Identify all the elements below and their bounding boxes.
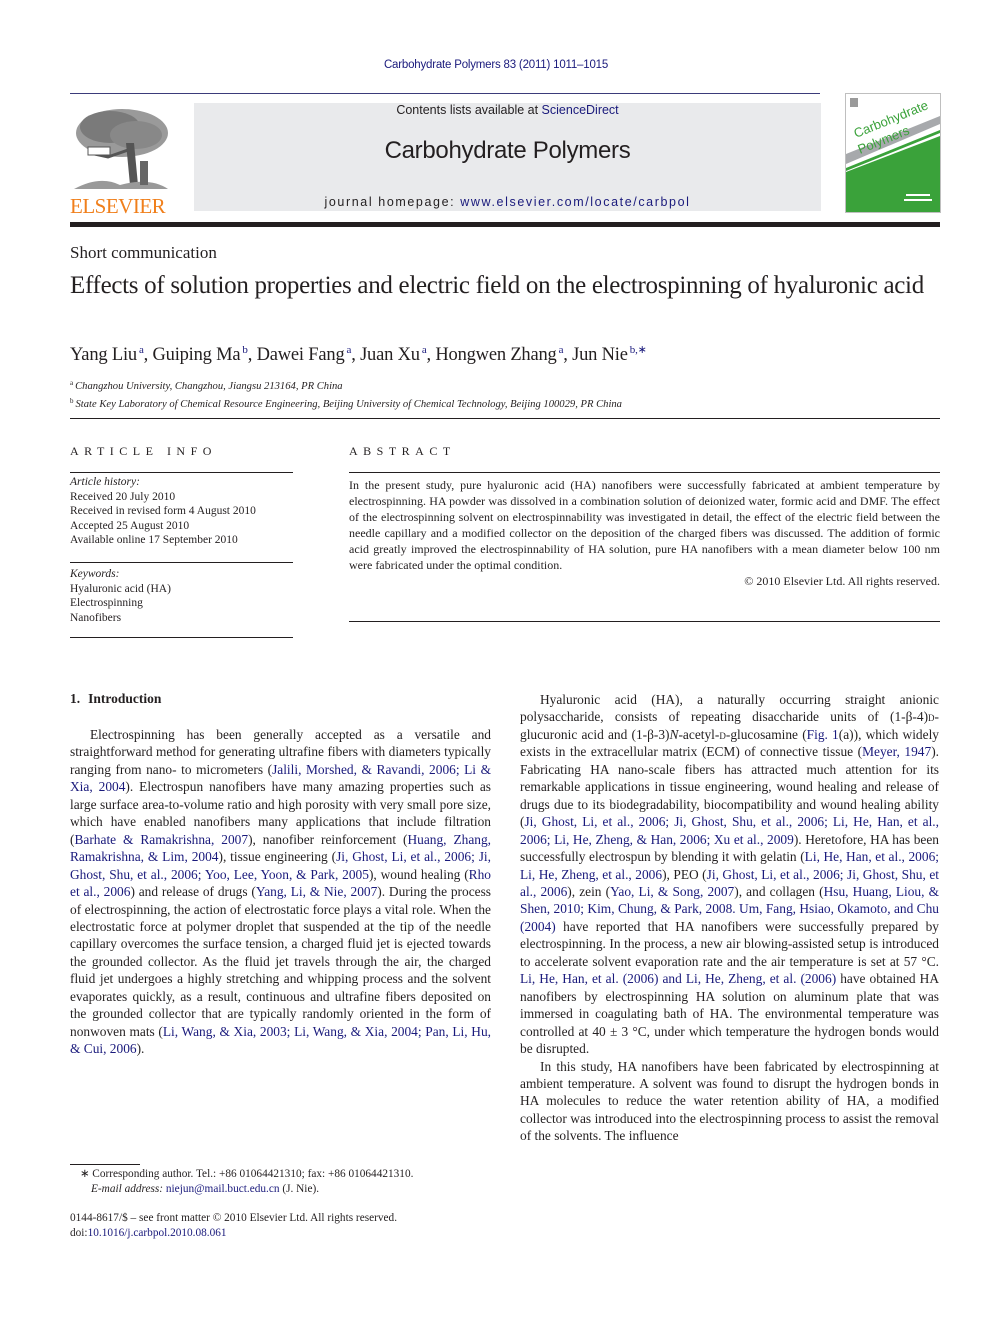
divider xyxy=(70,637,293,639)
email-note: E-mail address: niejun@mail.buct.edu.cn … xyxy=(70,1182,413,1197)
body-column-right: Hyaluronic acid (HA), a naturally occurr… xyxy=(520,691,939,1145)
citation-link[interactable]: Ji, Ghost, Li, et al., 2006; Ji, Ghost, … xyxy=(520,814,939,846)
abstract: In the present study, pure hyaluronic ac… xyxy=(349,472,940,622)
abstract-heading: ABSTRACT xyxy=(349,444,456,458)
author-name[interactable]: Hongwen Zhang xyxy=(435,345,556,365)
divider xyxy=(70,418,940,419)
header-thick-rule xyxy=(70,222,940,227)
paragraph: In this study, HA nanofibers have been f… xyxy=(520,1058,939,1144)
corresponding-author-note: ∗ Corresponding author. Tel.: +86 010644… xyxy=(80,1168,414,1180)
elsevier-logo[interactable]: ELSEVIER xyxy=(70,105,172,218)
citation-link[interactable]: Meyer, 1947 xyxy=(862,744,931,759)
abstract-copyright: © 2010 Elsevier Ltd. All rights reserved… xyxy=(744,574,940,588)
author-name[interactable]: Guiping Ma xyxy=(152,345,240,365)
keyword: Electrospinning xyxy=(70,597,143,610)
citation-link[interactable]: Li, Wang, & Xia, 2003; Li, Wang, & Xia, … xyxy=(70,1024,491,1056)
keywords-label: Keywords: xyxy=(70,567,120,580)
citation-link[interactable]: Barhate & Ramakrishna, 2007 xyxy=(74,832,248,847)
abstract-text: In the present study, pure hyaluronic ac… xyxy=(349,478,940,572)
section-title: Introduction xyxy=(88,691,162,706)
section-number: 1. xyxy=(70,691,81,706)
doi-label: doi: xyxy=(70,1227,88,1239)
journal-title: Carbohydrate Polymers xyxy=(384,137,631,164)
contents-prefix: Contents lists available at xyxy=(396,103,542,117)
history-accepted: Accepted 25 August 2010 xyxy=(70,519,190,532)
citation-link[interactable]: Li, He, Han, et al. (2006) and Li, He, Z… xyxy=(520,971,836,986)
author-name[interactable]: Jun Nie xyxy=(572,345,628,365)
author-name[interactable]: Dawei Fang xyxy=(257,345,345,365)
running-head[interactable]: Carbohydrate Polymers 83 (2011) 1011–101… xyxy=(0,59,992,71)
journal-homepage: journal homepage: www.elsevier.com/locat… xyxy=(194,195,821,209)
journal-masthead: Contents lists available at ScienceDirec… xyxy=(194,103,821,211)
citation-link[interactable]: Jalili, Morshed, & Ravandi, 2006; Li & X… xyxy=(70,762,491,794)
divider xyxy=(70,561,293,563)
homepage-label: journal homepage: xyxy=(324,195,461,209)
affiliation-key: b xyxy=(70,397,74,405)
header-rule xyxy=(70,93,820,94)
article-info: Article history: Received 20 July 2010 R… xyxy=(70,472,293,639)
citation-link[interactable]: Yang, Li, & Nie, 2007 xyxy=(256,884,377,899)
affiliations: a Changzhou University, Changzhou, Jiangs… xyxy=(70,376,622,412)
doi-line: doi:10.1016/j.carbpol.2010.08.061 xyxy=(70,1226,397,1241)
small-caps-text: d xyxy=(719,726,726,742)
section-heading-introduction: 1. Introduction xyxy=(70,691,161,707)
affiliation-key: a xyxy=(70,379,74,387)
affiliation: b State Key Laboratory of Chemical Resour… xyxy=(70,397,622,410)
citation-link[interactable]: Fig. 1 xyxy=(807,727,839,742)
article-info-heading: ARTICLE INFO xyxy=(70,444,217,458)
front-matter: 0144-8617/$ – see front matter © 2010 El… xyxy=(70,1211,397,1241)
paragraph: Hyaluronic acid (HA), a naturally occurr… xyxy=(520,692,939,1057)
small-caps-text: d xyxy=(928,709,935,725)
homepage-link[interactable]: www.elsevier.com/locate/carbpol xyxy=(460,195,690,209)
history-label: Article history: xyxy=(70,476,140,488)
history-online: Available online 17 September 2010 xyxy=(70,534,238,547)
author-affiliation-marker[interactable]: a xyxy=(347,344,352,356)
author-name[interactable]: Yang Liu xyxy=(70,345,137,365)
author-affiliation-marker[interactable]: b,∗ xyxy=(630,344,647,356)
keyword: Nanofibers xyxy=(70,611,122,624)
affiliation: a Changzhou University, Changzhou, Jiangs… xyxy=(70,379,343,392)
email-suffix: (J. Nie). xyxy=(279,1183,320,1195)
article-type: Short communication xyxy=(70,243,217,262)
email-link[interactable]: niejun@mail.buct.edu.cn xyxy=(166,1183,280,1195)
journal-cover-thumbnail[interactable]: Carbohydrate Polymers xyxy=(845,93,941,213)
author-affiliation-marker[interactable]: b xyxy=(242,344,248,356)
footnote-rule xyxy=(70,1164,140,1165)
keyword: Hyaluronic acid (HA) xyxy=(70,582,171,595)
divider xyxy=(349,472,940,473)
contents-line: Contents lists available at ScienceDirec… xyxy=(194,103,821,117)
footnotes: ∗ Corresponding author. Tel.: +86 010644… xyxy=(70,1167,413,1197)
body-column-left: Electrospinning has been generally accep… xyxy=(70,726,491,1058)
elsevier-wordmark: ELSEVIER xyxy=(70,194,166,218)
paragraph: Electrospinning has been generally accep… xyxy=(70,727,492,1057)
elsevier-tree-icon xyxy=(70,105,170,193)
citation-link[interactable]: Yao, Li, & Song, 2007 xyxy=(610,884,734,899)
divider xyxy=(349,621,940,622)
journal-cover-icon: Carbohydrate Polymers xyxy=(846,94,940,212)
author-affiliation-marker[interactable]: a xyxy=(139,344,144,356)
author-list: Yang Liu a, Guiping Ma b, Dawei Fang a, Jua… xyxy=(70,344,647,365)
history-received: Received 20 July 2010 xyxy=(70,490,176,503)
italic-text: N xyxy=(669,726,679,742)
history-revised: Received in revised form 4 August 2010 xyxy=(70,505,256,518)
author-affiliation-marker[interactable]: a xyxy=(422,344,427,356)
email-label: E-mail address: xyxy=(91,1183,166,1195)
author-name[interactable]: Juan Xu xyxy=(360,345,420,365)
article-title: Effects of solution properties and elect… xyxy=(70,272,924,299)
sciencedirect-link[interactable]: ScienceDirect xyxy=(542,103,619,117)
issn-copyright: 0144-8617/$ – see front matter © 2010 El… xyxy=(70,1212,398,1224)
doi-link[interactable]: 10.1016/j.carbpol.2010.08.061 xyxy=(88,1227,227,1239)
author-affiliation-marker[interactable]: a xyxy=(559,344,564,356)
